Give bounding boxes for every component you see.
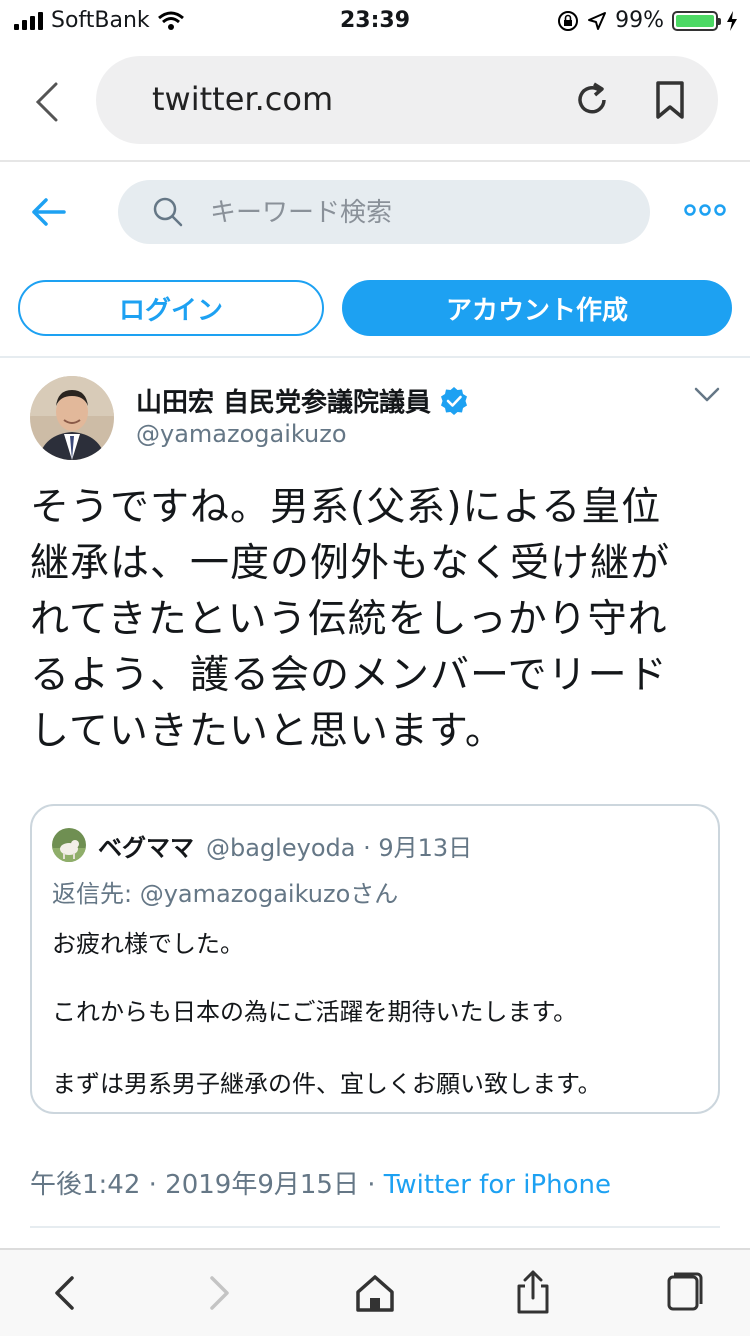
source-link[interactable]: Twitter for iPhone bbox=[384, 1170, 611, 1200]
orientation-lock-icon bbox=[558, 10, 579, 31]
reload-icon[interactable] bbox=[572, 80, 612, 120]
quoted-author-name: ベグママ bbox=[98, 834, 194, 862]
quoted-header: ベグママ @bagleyoda · 9月13日 bbox=[98, 828, 472, 863]
home-icon[interactable] bbox=[350, 1268, 400, 1318]
tweet-text-line: れてきたという伝統をしっかり守れ bbox=[30, 597, 668, 642]
toolbar-back-icon[interactable] bbox=[40, 1268, 90, 1318]
search-icon bbox=[153, 197, 183, 227]
quoted-tweet[interactable]: ベグママ @bagleyoda · 9月13日 返信先: @yamazogaik… bbox=[30, 804, 720, 1114]
quoted-text-line: これからも日本の為にご活躍を期待いたします。 bbox=[52, 998, 578, 1026]
tweet-text-line: していきたいと思います。 bbox=[30, 709, 505, 754]
url-text: twitter.com bbox=[152, 80, 334, 118]
charging-icon bbox=[727, 10, 737, 31]
url-field[interactable]: twitter.com bbox=[96, 56, 718, 144]
twitter-header bbox=[0, 162, 750, 262]
create-account-button[interactable]: アカウント作成 bbox=[342, 280, 732, 336]
search-box[interactable] bbox=[118, 180, 650, 244]
quoted-author-avatar bbox=[52, 828, 86, 862]
browser-toolbar bbox=[0, 1248, 750, 1336]
auth-buttons: ログイン アカウント作成 bbox=[0, 280, 750, 340]
tweet-text-line: 継承は、一度の例外もなく受け継が bbox=[30, 541, 671, 586]
browser-back-icon[interactable] bbox=[30, 82, 64, 122]
more-options-icon[interactable] bbox=[684, 202, 726, 218]
reply-to-label: 返信先: @yamazogaikuzoさん bbox=[52, 880, 399, 908]
tweet-text-line: そうですね。男系(父系)による皇位 bbox=[30, 485, 662, 530]
author-name[interactable]: 山田宏 自民党参議院議員 bbox=[136, 382, 469, 419]
author-name-text: 山田宏 自民党参議院議員 bbox=[136, 388, 432, 418]
quoted-text-line: まずは男系男子継承の件、宜しくお願い致します。 bbox=[52, 1070, 602, 1098]
divider bbox=[30, 1226, 720, 1228]
browser-address-bar: twitter.com bbox=[0, 44, 750, 162]
divider bbox=[0, 356, 750, 358]
tweet-text: そうですね。男系(父系)による皇位 継承は、一度の例外もなく受け継が れてきたと… bbox=[30, 480, 720, 760]
toolbar-forward-icon[interactable] bbox=[194, 1268, 244, 1318]
quoted-author-meta: @bagleyoda · 9月13日 bbox=[206, 834, 473, 862]
chevron-down-icon[interactable] bbox=[694, 386, 720, 404]
tweet-timestamp: 午後1:42 · 2019年9月15日 · Twitter for iPhone bbox=[30, 1164, 611, 1201]
search-input[interactable] bbox=[208, 190, 632, 236]
quoted-text-line: お疲れ様でした。 bbox=[52, 930, 244, 958]
bookmark-icon[interactable] bbox=[652, 80, 688, 120]
verified-badge-icon bbox=[441, 386, 468, 415]
share-icon[interactable] bbox=[508, 1268, 558, 1318]
back-arrow-icon[interactable] bbox=[28, 192, 68, 232]
tabs-icon[interactable] bbox=[660, 1268, 710, 1318]
tweet-text-line: るよう、護る会のメンバーでリード bbox=[30, 653, 668, 698]
battery-icon bbox=[672, 10, 721, 31]
battery-percent: 99% bbox=[615, 8, 664, 33]
login-button[interactable]: ログイン bbox=[18, 280, 324, 336]
timestamp-text: 午後1:42 · 2019年9月15日 · bbox=[30, 1170, 384, 1200]
status-bar: SoftBank 23:39 99% bbox=[0, 0, 750, 44]
location-icon bbox=[588, 11, 607, 30]
author-handle[interactable]: @yamazogaikuzo bbox=[136, 420, 347, 448]
author-avatar[interactable] bbox=[30, 376, 114, 460]
